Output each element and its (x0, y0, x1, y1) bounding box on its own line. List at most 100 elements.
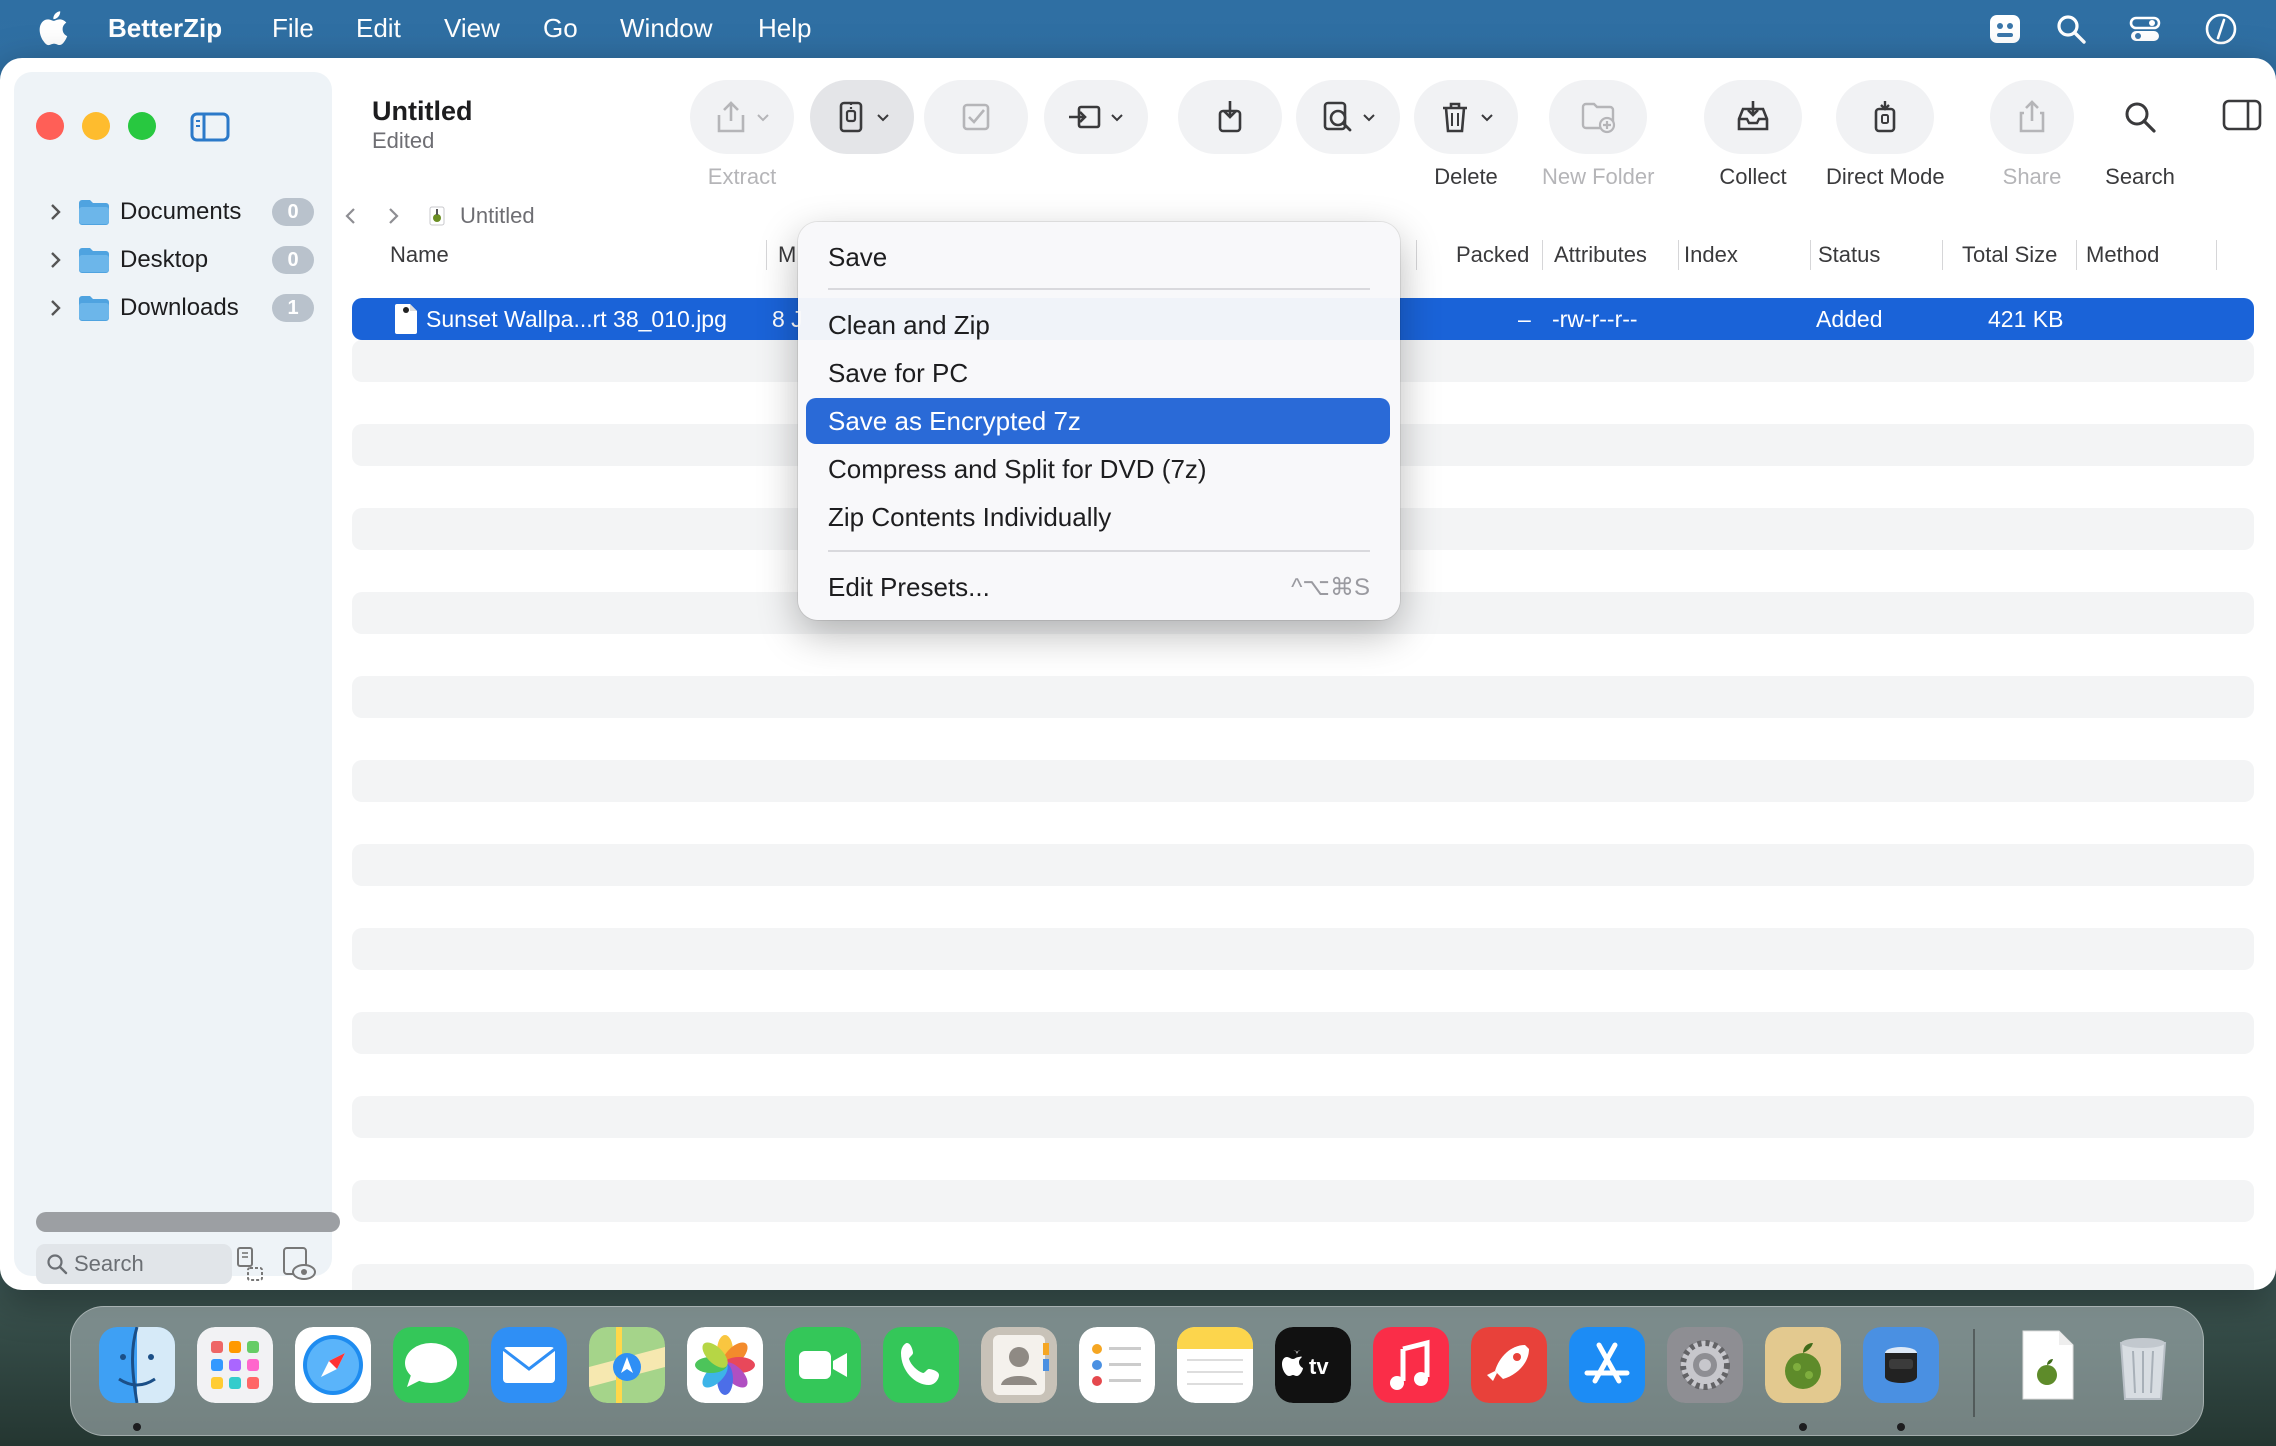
rocket-typist-icon[interactable] (1471, 1327, 1547, 1403)
extract-icon (717, 101, 745, 133)
column-header-index[interactable]: Index (1684, 242, 1738, 268)
sidebar-item-documents[interactable]: Documents 0 (44, 192, 314, 232)
menu-go[interactable]: Go (543, 13, 578, 44)
archive-document-icon[interactable] (2009, 1327, 2085, 1403)
facetime-icon[interactable] (785, 1327, 861, 1403)
menu-view[interactable]: View (444, 13, 500, 44)
app-name-menu[interactable]: BetterZip (108, 13, 222, 44)
test-button[interactable] (924, 80, 1028, 154)
delete-button[interactable] (1414, 80, 1518, 154)
direct-mode-toolbar-item[interactable]: Direct Mode (1826, 80, 1945, 190)
menu-file[interactable]: File (272, 13, 314, 44)
apple-tv-icon[interactable]: tv (1275, 1327, 1351, 1403)
save-toolbar-item[interactable] (810, 80, 914, 154)
menu-extra-app-icon[interactable] (1988, 12, 2022, 46)
collect-toolbar-item[interactable]: Collect (1704, 80, 1802, 190)
preview-eye-icon[interactable] (278, 1244, 318, 1284)
column-divider[interactable] (766, 240, 767, 270)
menu-item-clean-and-zip[interactable]: Clean and Zip (806, 302, 1390, 348)
phone-icon[interactable] (883, 1327, 959, 1403)
menu-help[interactable]: Help (758, 13, 811, 44)
reminders-icon[interactable] (1079, 1327, 1155, 1403)
column-header-attributes[interactable]: Attributes (1554, 242, 1647, 268)
save-button[interactable] (810, 80, 914, 154)
column-header-packed[interactable]: Packed (1456, 242, 1529, 268)
share-button[interactable] (1990, 80, 2074, 154)
contacts-icon[interactable] (981, 1327, 1057, 1403)
trash-icon[interactable] (2105, 1327, 2181, 1403)
column-divider[interactable] (1678, 240, 1679, 270)
menu-window[interactable]: Window (620, 13, 712, 44)
music-icon[interactable] (1373, 1327, 1449, 1403)
extract-button[interactable] (690, 80, 794, 154)
mail-icon[interactable] (491, 1327, 567, 1403)
sidebar-scrollbar[interactable] (36, 1212, 340, 1232)
menu-edit[interactable]: Edit (356, 13, 401, 44)
inspector-toggle-icon[interactable] (2222, 98, 2262, 132)
collect-button[interactable] (1704, 80, 1802, 154)
menu-item-compress-split-dvd[interactable]: Compress and Split for DVD (7z) (806, 446, 1390, 492)
notes-icon[interactable] (1177, 1327, 1253, 1403)
menu-item-save[interactable]: Save (806, 234, 1390, 280)
scanner-icon[interactable] (1863, 1327, 1939, 1403)
column-divider[interactable] (1416, 240, 1417, 270)
maps-icon[interactable] (589, 1327, 665, 1403)
add-button[interactable] (1178, 80, 1282, 154)
control-center-icon[interactable] (2128, 12, 2162, 46)
move-button[interactable] (1044, 80, 1148, 154)
test-toolbar-item[interactable] (924, 80, 1028, 154)
disclosure-chevron-icon[interactable] (44, 297, 66, 319)
minimize-button[interactable] (82, 112, 110, 140)
system-settings-icon[interactable] (1667, 1327, 1743, 1403)
finder-icon[interactable] (99, 1327, 175, 1403)
menu-item-save-for-pc[interactable]: Save for PC (806, 350, 1390, 396)
close-button[interactable] (36, 112, 64, 140)
app-store-icon[interactable] (1569, 1327, 1645, 1403)
photos-icon[interactable] (687, 1327, 763, 1403)
sidebar-item-downloads[interactable]: Downloads 1 (44, 288, 314, 328)
column-header-name[interactable]: Name (390, 242, 449, 268)
view-button[interactable] (1296, 80, 1400, 154)
delete-toolbar-item[interactable]: Delete (1414, 80, 1518, 190)
safari-icon[interactable] (295, 1327, 371, 1403)
menu-item-edit-presets[interactable]: Edit Presets... ^⌥⌘S (806, 564, 1390, 610)
spotlight-search-icon[interactable] (2054, 12, 2088, 46)
column-divider[interactable] (1810, 240, 1811, 270)
archive-info-icon[interactable] (230, 1244, 270, 1284)
column-divider[interactable] (2216, 240, 2217, 270)
apple-logo-icon[interactable] (38, 10, 68, 46)
sidebar-search-field[interactable]: Search (36, 1244, 232, 1284)
messages-icon[interactable] (393, 1327, 469, 1403)
file-total-size: 421 KB (1988, 306, 2064, 332)
view-toolbar-item[interactable] (1296, 80, 1400, 154)
path-current[interactable]: Untitled (460, 203, 535, 229)
menu-item-save-encrypted-7z[interactable]: Save as Encrypted 7z (806, 398, 1390, 444)
add-toolbar-item[interactable] (1178, 80, 1282, 154)
direct-mode-button[interactable] (1836, 80, 1935, 154)
column-header-status[interactable]: Status (1818, 242, 1880, 268)
disclosure-chevron-icon[interactable] (44, 249, 66, 271)
siri-clock-icon[interactable] (2204, 12, 2238, 46)
column-divider[interactable] (1542, 240, 1543, 270)
new-folder-button[interactable] (1549, 80, 1648, 154)
menu-item-zip-individually[interactable]: Zip Contents Individually (806, 494, 1390, 540)
launchpad-icon[interactable] (197, 1327, 273, 1403)
forward-arrow-icon[interactable] (382, 205, 404, 227)
search-button[interactable] (2098, 80, 2182, 154)
move-toolbar-item[interactable] (1044, 80, 1148, 154)
sidebar-item-desktop[interactable]: Desktop 0 (44, 240, 314, 280)
column-header-method[interactable]: Method (2086, 242, 2159, 268)
column-divider[interactable] (1942, 240, 1943, 270)
new-folder-toolbar-item[interactable]: New Folder (1542, 80, 1654, 190)
share-toolbar-item[interactable]: Share (1990, 80, 2074, 190)
back-arrow-icon[interactable] (340, 205, 362, 227)
column-header-total-size[interactable]: Total Size (1962, 242, 2057, 268)
sidebar-toggle-icon[interactable] (190, 112, 230, 142)
betterzip-icon[interactable] (1765, 1327, 1841, 1403)
search-toolbar-item[interactable]: Search (2098, 80, 2182, 190)
extract-toolbar-item[interactable]: Extract (690, 80, 794, 190)
zoom-button[interactable] (128, 112, 156, 140)
disclosure-chevron-icon[interactable] (44, 201, 66, 223)
column-header-modified[interactable]: M (778, 242, 796, 268)
column-divider[interactable] (2076, 240, 2077, 270)
